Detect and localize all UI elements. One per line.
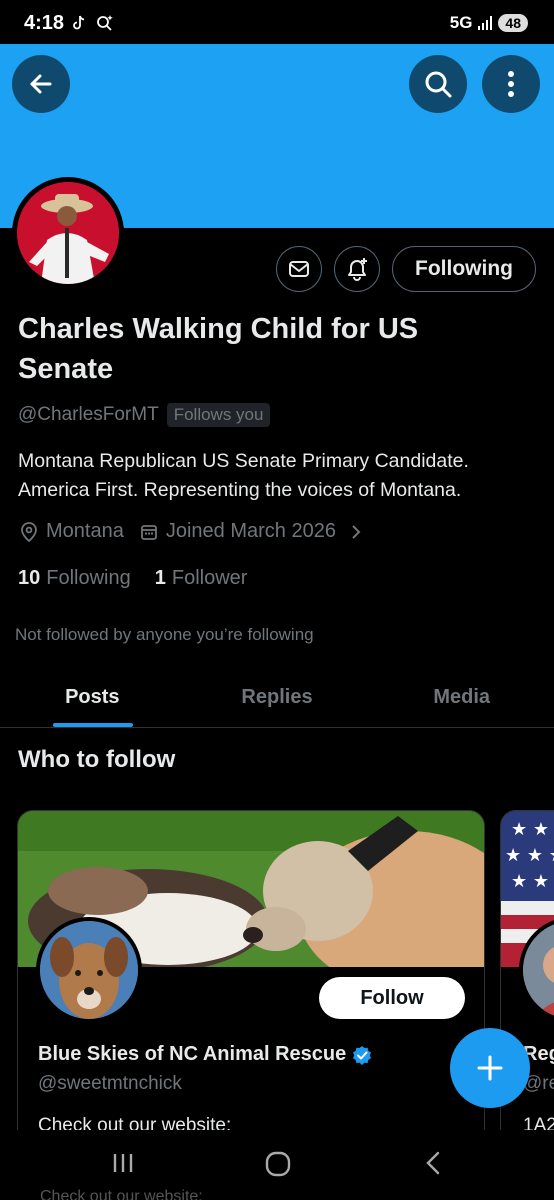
following-count-link[interactable]: 10 Following (18, 567, 131, 590)
tab-replies[interactable]: Replies (185, 668, 370, 727)
calendar-icon (140, 524, 157, 540)
location-pin-icon (21, 521, 37, 542)
profile-bio: Montana Republican US Senate Primary Can… (18, 450, 469, 501)
follow-button[interactable]: Follow (319, 977, 465, 1019)
signal-icon (478, 16, 493, 30)
svg-text:★ ★ ★: ★ ★ ★ (505, 845, 554, 866)
status-time: 4:18 (24, 12, 65, 34)
home-icon[interactable] (264, 1150, 292, 1178)
avatar-image (17, 182, 119, 284)
profile-handle: @CharlesForMT (18, 404, 159, 425)
following-button[interactable]: Following (392, 246, 536, 292)
search-sparkle-icon (97, 15, 113, 31)
ghost-text: Check out our website: (40, 1188, 203, 1200)
more-button[interactable] (482, 55, 540, 113)
handle-row: @CharlesForMT Follows you (18, 403, 271, 427)
verified-badge-icon (353, 1045, 372, 1065)
arrow-left-icon (30, 74, 52, 94)
bell-plus-icon (348, 258, 367, 281)
follows-you-badge: Follows you (166, 403, 271, 427)
message-button[interactable] (276, 246, 322, 292)
following-count: 10 (18, 567, 41, 589)
profile-tabs: Posts Replies Media (0, 668, 554, 728)
dog-avatar-photo (40, 921, 138, 1019)
location-text: Montana (46, 520, 124, 542)
profile-meta: Montana Joined March 2026 (20, 520, 378, 543)
tab-label: Replies (241, 686, 313, 708)
chevron-right-icon (352, 524, 361, 539)
notifications-button[interactable] (334, 246, 380, 292)
tab-posts[interactable]: Posts (0, 668, 185, 727)
more-vertical-icon (508, 71, 514, 97)
followers-label: Follower (171, 567, 248, 589)
tab-label: Media (433, 686, 491, 708)
joined-text: Joined March 2026 (165, 520, 336, 542)
card-handle: @sweetmtnchick (38, 1073, 182, 1094)
back-button[interactable] (12, 55, 70, 113)
card-name-row: Blue Skies of NC Animal Rescue (38, 1043, 372, 1066)
suggestion-card[interactable]: Follow Blue Skies of NC Animal Rescue @s… (17, 810, 485, 1150)
svg-text:★ ★: ★ ★ (511, 871, 549, 892)
svg-text:★ ★: ★ ★ (511, 819, 549, 840)
followers-count-link[interactable]: 1 Follower (155, 567, 248, 590)
joined-item[interactable]: Joined March 2026 (140, 520, 362, 543)
profile-avatar[interactable] (12, 177, 124, 289)
followers-count: 1 (154, 567, 166, 589)
who-to-follow-heading: Who to follow (18, 746, 176, 773)
active-tab-indicator (53, 723, 133, 727)
status-bar: 4:18 5G 48 (0, 0, 554, 44)
card-avatar (36, 917, 142, 1023)
card-avatar-image (40, 921, 138, 1019)
search-button[interactable] (409, 55, 467, 113)
card-name: Blue Skies of NC Animal Rescue (38, 1043, 347, 1065)
not-followed-note: Not followed by anyone you’re following (15, 625, 314, 644)
profile-name: Charles Walking Child for US Senate (18, 313, 419, 385)
follow-counts: 10 Following 1 Follower (18, 567, 247, 590)
location-item: Montana (20, 520, 124, 543)
envelope-icon (289, 261, 309, 277)
tab-label: Posts (65, 686, 120, 708)
tiktok-icon (73, 15, 85, 30)
battery-badge: 48 (498, 14, 528, 32)
following-label: Following (46, 567, 131, 589)
search-icon (425, 71, 452, 98)
tab-media[interactable]: Media (369, 668, 554, 727)
back-icon[interactable] (424, 1150, 442, 1176)
network-label: 5G (449, 13, 473, 32)
person-photo (17, 182, 119, 284)
status-right: 5G 48 (450, 13, 528, 33)
plus-icon (477, 1055, 503, 1081)
recents-icon[interactable] (110, 1150, 136, 1176)
compose-button[interactable] (450, 1028, 530, 1108)
